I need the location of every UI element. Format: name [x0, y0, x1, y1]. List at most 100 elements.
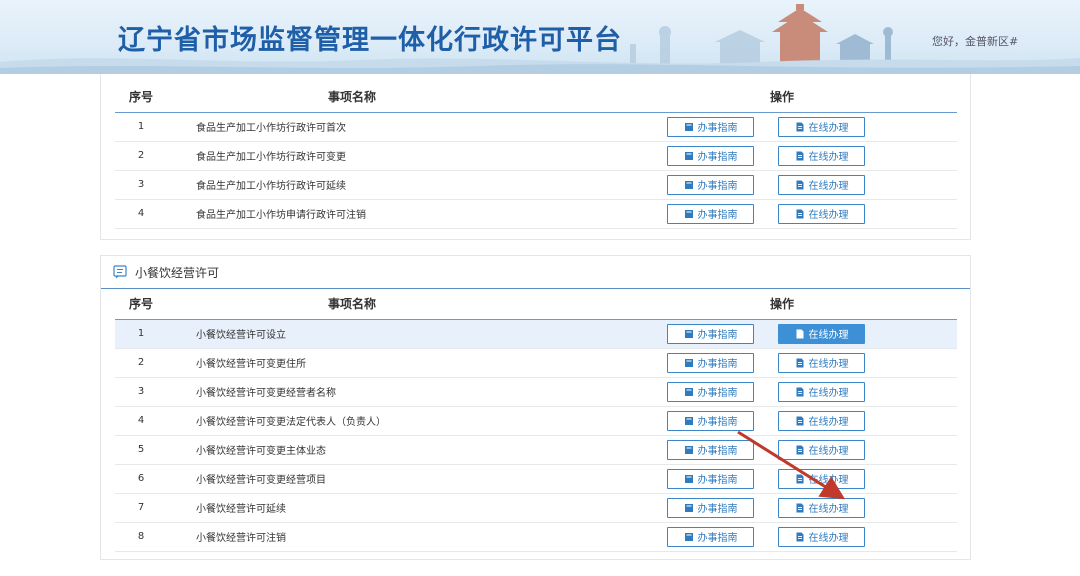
guide-button[interactable]: 办事指南 — [667, 352, 754, 373]
guide-button[interactable]: 办事指南 — [667, 381, 754, 402]
guide-button[interactable]: 办事指南 — [667, 145, 754, 166]
online-apply-button[interactable]: 在线办理 — [778, 174, 865, 195]
document-icon — [796, 122, 803, 131]
guide-button-label: 办事指南 — [697, 417, 738, 428]
document-icon — [796, 532, 803, 541]
document-icon — [796, 503, 803, 512]
guide-button[interactable]: 办事指南 — [667, 526, 754, 547]
guide-button-label: 办事指南 — [697, 330, 738, 341]
online-button-label: 在线办理 — [808, 475, 849, 486]
book-icon — [684, 445, 693, 454]
online-apply-button[interactable]: 在线办理 — [778, 468, 865, 489]
online-button-label: 在线办理 — [808, 152, 849, 163]
guide-button-label: 办事指南 — [697, 359, 738, 370]
table-row: 2 小餐饮经营许可变更住所 办事指南 在线办理 — [115, 348, 957, 378]
online-apply-button[interactable]: 在线办理 — [778, 116, 865, 137]
row-actions: 办事指南 在线办理 — [537, 199, 957, 229]
row-seq: 7 — [115, 493, 167, 523]
table-row: 6 小餐饮经营许可变更经营项目 办事指南 在线办理 — [115, 464, 957, 494]
column-header-ops: 操作 — [537, 82, 957, 113]
row-item-name: 小餐饮经营许可变更经营者名称 — [167, 377, 537, 407]
row-seq: 8 — [115, 522, 167, 552]
online-button-label: 在线办理 — [808, 388, 849, 399]
online-button-label: 在线办理 — [808, 446, 849, 457]
row-actions: 办事指南 在线办理 — [537, 170, 957, 200]
guide-button-label: 办事指南 — [697, 123, 738, 134]
column-header-seq: 序号 — [115, 289, 167, 320]
row-seq: 3 — [115, 377, 167, 407]
online-button-label: 在线办理 — [808, 359, 849, 370]
row-seq: 6 — [115, 464, 167, 494]
row-item-name: 小餐饮经营许可变更住所 — [167, 348, 537, 378]
guide-button-label: 办事指南 — [697, 152, 738, 163]
online-button-label: 在线办理 — [808, 210, 849, 221]
book-icon — [684, 151, 693, 160]
online-apply-button[interactable]: 在线办理 — [778, 203, 865, 224]
book-icon — [684, 122, 693, 131]
online-button-label: 在线办理 — [808, 504, 849, 515]
document-icon — [796, 474, 803, 483]
online-button-label: 在线办理 — [808, 533, 849, 544]
site-header: 辽宁省市场监督管理一体化行政许可平台 您好，金普新区# — [0, 0, 1080, 74]
guide-button[interactable]: 办事指南 — [667, 174, 754, 195]
row-actions: 办事指南 在线办理 — [537, 112, 957, 142]
row-actions: 办事指南 在线办理 — [537, 406, 957, 436]
row-seq: 4 — [115, 406, 167, 436]
small-catering-permit-table: 序号 事项名称 操作 1 小餐饮经营许可设立 办事指南 在线办理 2 小餐饮经营许可变更住… — [115, 289, 957, 552]
book-icon — [684, 503, 693, 512]
document-icon — [796, 445, 803, 454]
row-actions: 办事指南 在线办理 — [537, 522, 957, 552]
row-actions: 办事指南 在线办理 — [537, 493, 957, 523]
guide-button[interactable]: 办事指南 — [667, 439, 754, 460]
online-apply-button[interactable]: 在线办理 — [778, 410, 865, 431]
table-row: 4 食品生产加工小作坊申请行政许可注销 办事指南 在线办理 — [115, 199, 957, 229]
row-item-name: 小餐饮经营许可注销 — [167, 522, 537, 552]
row-item-name: 小餐饮经营许可延续 — [167, 493, 537, 523]
online-apply-button[interactable]: 在线办理 — [778, 381, 865, 402]
table-header-row: 序号 事项名称 操作 — [115, 289, 957, 320]
table-row: 1 食品生产加工小作坊行政许可首次 办事指南 在线办理 — [115, 112, 957, 142]
online-apply-button[interactable]: 在线办理 — [778, 323, 865, 344]
online-button-label: 在线办理 — [808, 181, 849, 192]
row-item-name: 小餐饮经营许可变更经营项目 — [167, 464, 537, 494]
guide-button[interactable]: 办事指南 — [667, 203, 754, 224]
guide-button[interactable]: 办事指南 — [667, 497, 754, 518]
row-item-name: 食品生产加工小作坊行政许可首次 — [167, 112, 537, 142]
row-item-name: 食品生产加工小作坊申请行政许可注销 — [167, 199, 537, 229]
online-apply-button[interactable]: 在线办理 — [778, 145, 865, 166]
book-icon — [684, 532, 693, 541]
guide-button[interactable]: 办事指南 — [667, 468, 754, 489]
document-icon — [796, 151, 803, 160]
platform-title: 辽宁省市场监督管理一体化行政许可平台 — [118, 25, 622, 56]
guide-button[interactable]: 办事指南 — [667, 323, 754, 344]
column-header-seq: 序号 — [115, 82, 167, 113]
online-apply-button[interactable]: 在线办理 — [778, 526, 865, 547]
guide-button[interactable]: 办事指南 — [667, 410, 754, 431]
user-greeting[interactable]: 您好，金普新区# — [932, 33, 1018, 49]
table-row: 4 小餐饮经营许可变更法定代表人（负责人） 办事指南 在线办理 — [115, 406, 957, 436]
online-apply-button[interactable]: 在线办理 — [778, 352, 865, 373]
online-apply-button[interactable]: 在线办理 — [778, 497, 865, 518]
document-icon — [796, 329, 803, 338]
message-list-icon — [113, 265, 127, 279]
row-seq: 1 — [115, 112, 167, 142]
row-seq: 1 — [115, 319, 167, 349]
guide-button-label: 办事指南 — [697, 504, 738, 515]
section-title: 小餐饮经营许可 — [135, 265, 220, 280]
row-seq: 2 — [115, 348, 167, 378]
column-header-name: 事项名称 — [167, 289, 537, 320]
book-icon — [684, 358, 693, 367]
book-icon — [684, 329, 693, 338]
row-actions: 办事指南 在线办理 — [537, 377, 957, 407]
row-item-name: 小餐饮经营许可变更法定代表人（负责人） — [167, 406, 537, 436]
row-actions: 办事指南 在线办理 — [537, 319, 957, 349]
guide-button-label: 办事指南 — [697, 181, 738, 192]
guide-button[interactable]: 办事指南 — [667, 116, 754, 137]
row-item-name: 小餐饮经营许可设立 — [167, 319, 537, 349]
guide-button-label: 办事指南 — [697, 475, 738, 486]
book-icon — [684, 180, 693, 189]
online-apply-button[interactable]: 在线办理 — [778, 439, 865, 460]
row-actions: 办事指南 在线办理 — [537, 464, 957, 494]
document-icon — [796, 358, 803, 367]
row-seq: 4 — [115, 199, 167, 229]
